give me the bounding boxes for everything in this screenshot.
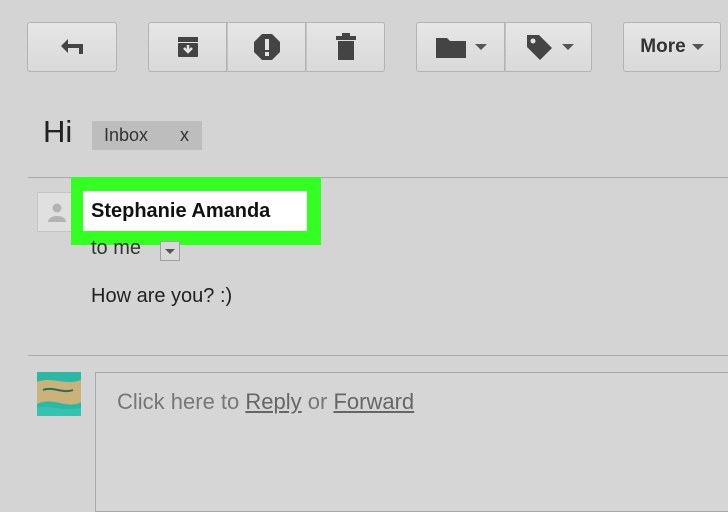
back-arrow-icon <box>61 39 83 54</box>
chevron-down-icon <box>474 44 487 50</box>
chevron-down-icon <box>561 44 574 50</box>
person-icon <box>48 203 66 222</box>
reply-middle: or <box>307 389 328 414</box>
forward-link[interactable]: Forward <box>333 389 414 414</box>
remove-label-button[interactable]: x <box>180 125 189 146</box>
show-details-button[interactable] <box>160 241 180 261</box>
folder-icon <box>435 38 466 58</box>
divider <box>28 355 728 356</box>
my-avatar <box>37 372 81 416</box>
labels-button[interactable] <box>505 22 592 72</box>
label-chip-inbox[interactable]: Inbox x <box>92 121 202 150</box>
more-button[interactable]: More <box>623 22 721 72</box>
sender-name[interactable]: Stephanie Amanda <box>83 191 307 231</box>
trash-icon <box>335 33 356 60</box>
reply-prompt: Click here to Reply or Forward <box>117 389 414 415</box>
report-spam-icon <box>253 34 280 60</box>
reply-link[interactable]: Reply <box>245 389 301 414</box>
archive-icon <box>177 37 198 57</box>
back-button[interactable] <box>27 22 117 72</box>
avatar-image-icon <box>37 372 81 416</box>
tag-icon <box>526 35 552 60</box>
reply-prefix: Click here to <box>117 389 240 414</box>
more-label: More <box>640 36 686 57</box>
message-subject: Hi <box>43 114 73 149</box>
archive-button[interactable] <box>148 22 227 72</box>
delete-button[interactable] <box>306 22 385 72</box>
toolbar: More <box>0 0 728 95</box>
chevron-down-icon <box>165 248 175 254</box>
recipient-text: to me <box>91 237 142 259</box>
message-body: How are you? :) <box>91 285 233 307</box>
chevron-down-icon <box>691 44 704 50</box>
label-chip-name: Inbox <box>104 125 149 145</box>
report-spam-button[interactable] <box>227 22 306 72</box>
move-to-button[interactable] <box>416 22 505 72</box>
